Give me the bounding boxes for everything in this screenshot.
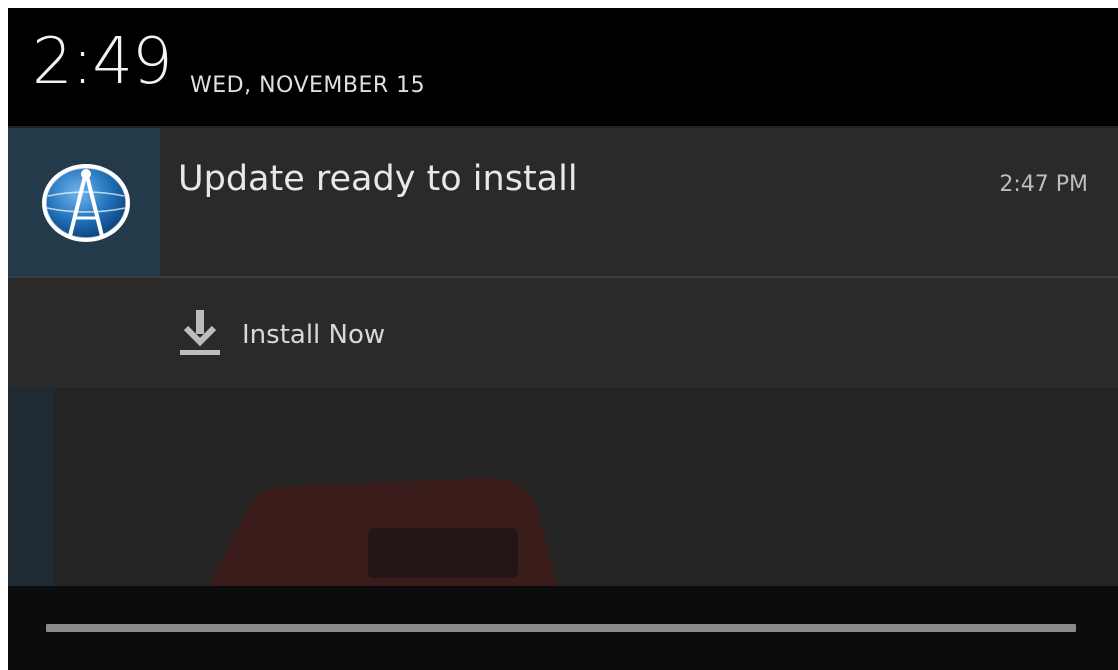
shade-bottom-bar[interactable] xyxy=(8,586,1118,670)
install-now-label: Install Now xyxy=(242,320,386,350)
clock-time: 2:49 xyxy=(32,25,173,99)
install-now-button[interactable]: Install Now xyxy=(170,298,450,368)
status-header: 2:49 WED, NOVEMBER 15 xyxy=(8,8,1118,126)
notification-divider xyxy=(8,276,1118,278)
download-icon xyxy=(180,310,220,355)
compass-globe-icon xyxy=(42,164,130,242)
drag-handle[interactable] xyxy=(46,624,1076,632)
update-notification[interactable]: Update ready to install 2:47 PM Install … xyxy=(8,128,1118,388)
notification-shade: 2:49 WED, NOVEMBER 15 Update ready to in… xyxy=(8,8,1118,670)
notification-timestamp: 2:47 PM xyxy=(999,172,1088,197)
notification-title: Update ready to install xyxy=(178,159,578,199)
app-icon-container xyxy=(8,128,160,276)
clock-date: WED, NOVEMBER 15 xyxy=(190,73,426,98)
